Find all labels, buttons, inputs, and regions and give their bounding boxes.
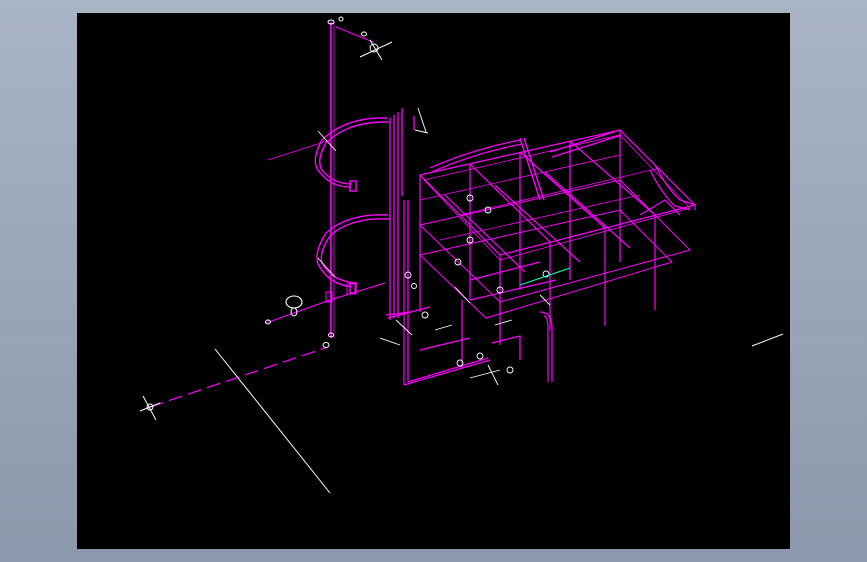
drawing-canvas[interactable] xyxy=(77,13,790,549)
top-valve-cross-marker xyxy=(359,39,393,61)
cad-viewer xyxy=(0,0,867,562)
isometric-drawing xyxy=(139,16,784,494)
left-pipe-run xyxy=(149,282,386,408)
left-end-cross-marker xyxy=(139,395,161,421)
diagonal-reference-line xyxy=(214,348,331,494)
right-reference-line xyxy=(751,333,784,347)
annotation-symbols xyxy=(379,107,551,386)
lower-curved-vessel xyxy=(316,214,391,294)
upper-curved-vessel xyxy=(267,117,390,192)
structural-frame xyxy=(418,129,697,345)
vertical-duct xyxy=(385,108,415,320)
